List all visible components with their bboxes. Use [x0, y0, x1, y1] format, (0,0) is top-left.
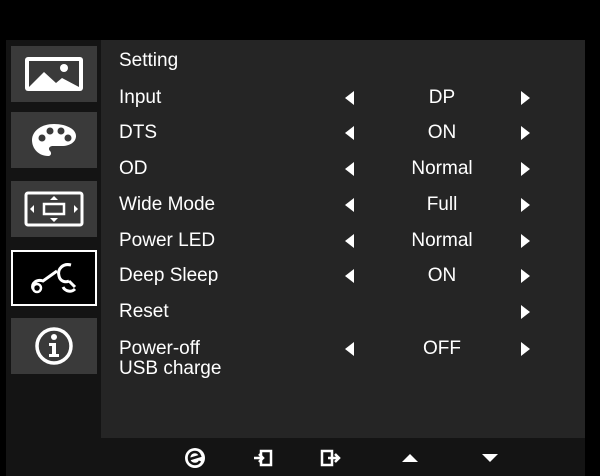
right-arrow-icon[interactable]: [521, 269, 530, 283]
row-label-wide-mode: Wide Mode: [119, 194, 216, 215]
up-arrow-icon: [402, 454, 418, 462]
right-arrow-icon[interactable]: [521, 162, 530, 176]
info-icon: [35, 327, 73, 365]
osd-menu: Setting Input DP DTS ON OD Normal Wide M…: [0, 0, 600, 476]
tab-color[interactable]: [11, 112, 97, 168]
exit-icon: [320, 449, 341, 467]
color-palette-icon: [32, 124, 76, 156]
left-arrow-icon[interactable]: [345, 126, 354, 140]
row-label-deep-sleep: Deep Sleep: [119, 265, 219, 286]
display-size-icon: [24, 191, 84, 227]
row-label-power-off-usb-charge: Power-off USB charge: [119, 339, 221, 379]
right-arrow-icon[interactable]: [521, 91, 530, 105]
right-arrow-icon[interactable]: [521, 305, 530, 319]
picture-icon: [25, 57, 83, 91]
settings-tools-icon: [31, 263, 77, 294]
down-arrow-icon: [482, 454, 498, 462]
row-value-deep-sleep[interactable]: ON: [372, 265, 512, 287]
row-label-od: OD: [119, 158, 148, 179]
row-label-line1: Power-off: [119, 338, 200, 359]
right-arrow-icon[interactable]: [521, 126, 530, 140]
row-label-reset[interactable]: Reset: [119, 301, 169, 323]
row-label-dts: DTS: [119, 122, 157, 143]
row-label-line2: USB charge: [119, 358, 222, 379]
up-button[interactable]: [398, 446, 422, 470]
e-key-icon: [185, 448, 205, 468]
tab-settings[interactable]: [11, 250, 97, 306]
right-arrow-icon[interactable]: [521, 234, 530, 248]
row-value-wide-mode[interactable]: Full: [372, 194, 512, 216]
left-arrow-icon[interactable]: [345, 342, 354, 356]
right-arrow-icon[interactable]: [521, 342, 530, 356]
row-value-power-off-usb-charge[interactable]: OFF: [372, 338, 512, 360]
tab-info[interactable]: [11, 318, 97, 374]
tab-display[interactable]: [11, 181, 97, 237]
left-arrow-icon[interactable]: [345, 91, 354, 105]
row-label-power-led: Power LED: [119, 230, 216, 251]
left-arrow-icon[interactable]: [345, 162, 354, 176]
row-value-power-led[interactable]: Normal: [372, 230, 512, 252]
exit-button[interactable]: [318, 446, 342, 470]
bottom-button-bar: [101, 438, 585, 476]
row-label-input: Input: [119, 87, 162, 108]
tab-picture[interactable]: [11, 46, 97, 102]
row-value-od[interactable]: Normal: [372, 158, 512, 180]
enter-button[interactable]: [251, 446, 275, 470]
row-value-input[interactable]: DP: [372, 87, 512, 109]
down-button[interactable]: [478, 446, 502, 470]
left-arrow-icon[interactable]: [345, 198, 354, 212]
page-title: Setting: [119, 50, 179, 71]
e-key-button[interactable]: [183, 446, 207, 470]
row-value-dts[interactable]: ON: [372, 122, 512, 144]
right-arrow-icon[interactable]: [521, 198, 530, 212]
left-arrow-icon[interactable]: [345, 234, 354, 248]
left-arrow-icon[interactable]: [345, 269, 354, 283]
category-sidebar: [6, 40, 101, 476]
enter-icon: [254, 449, 273, 467]
